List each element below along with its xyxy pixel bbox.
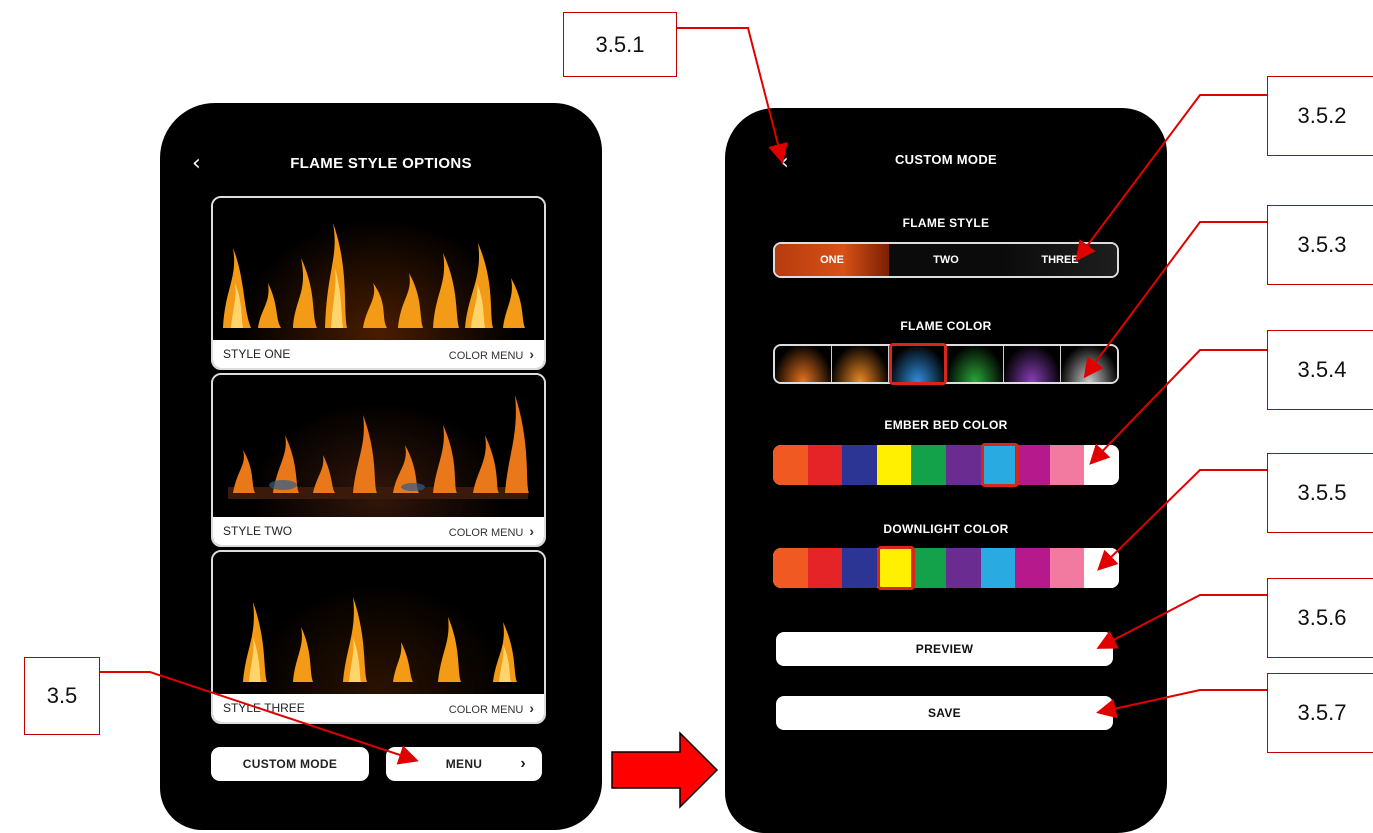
- callout-leader-lines: [100, 27, 1267, 809]
- transition-arrow-icon: [611, 731, 719, 809]
